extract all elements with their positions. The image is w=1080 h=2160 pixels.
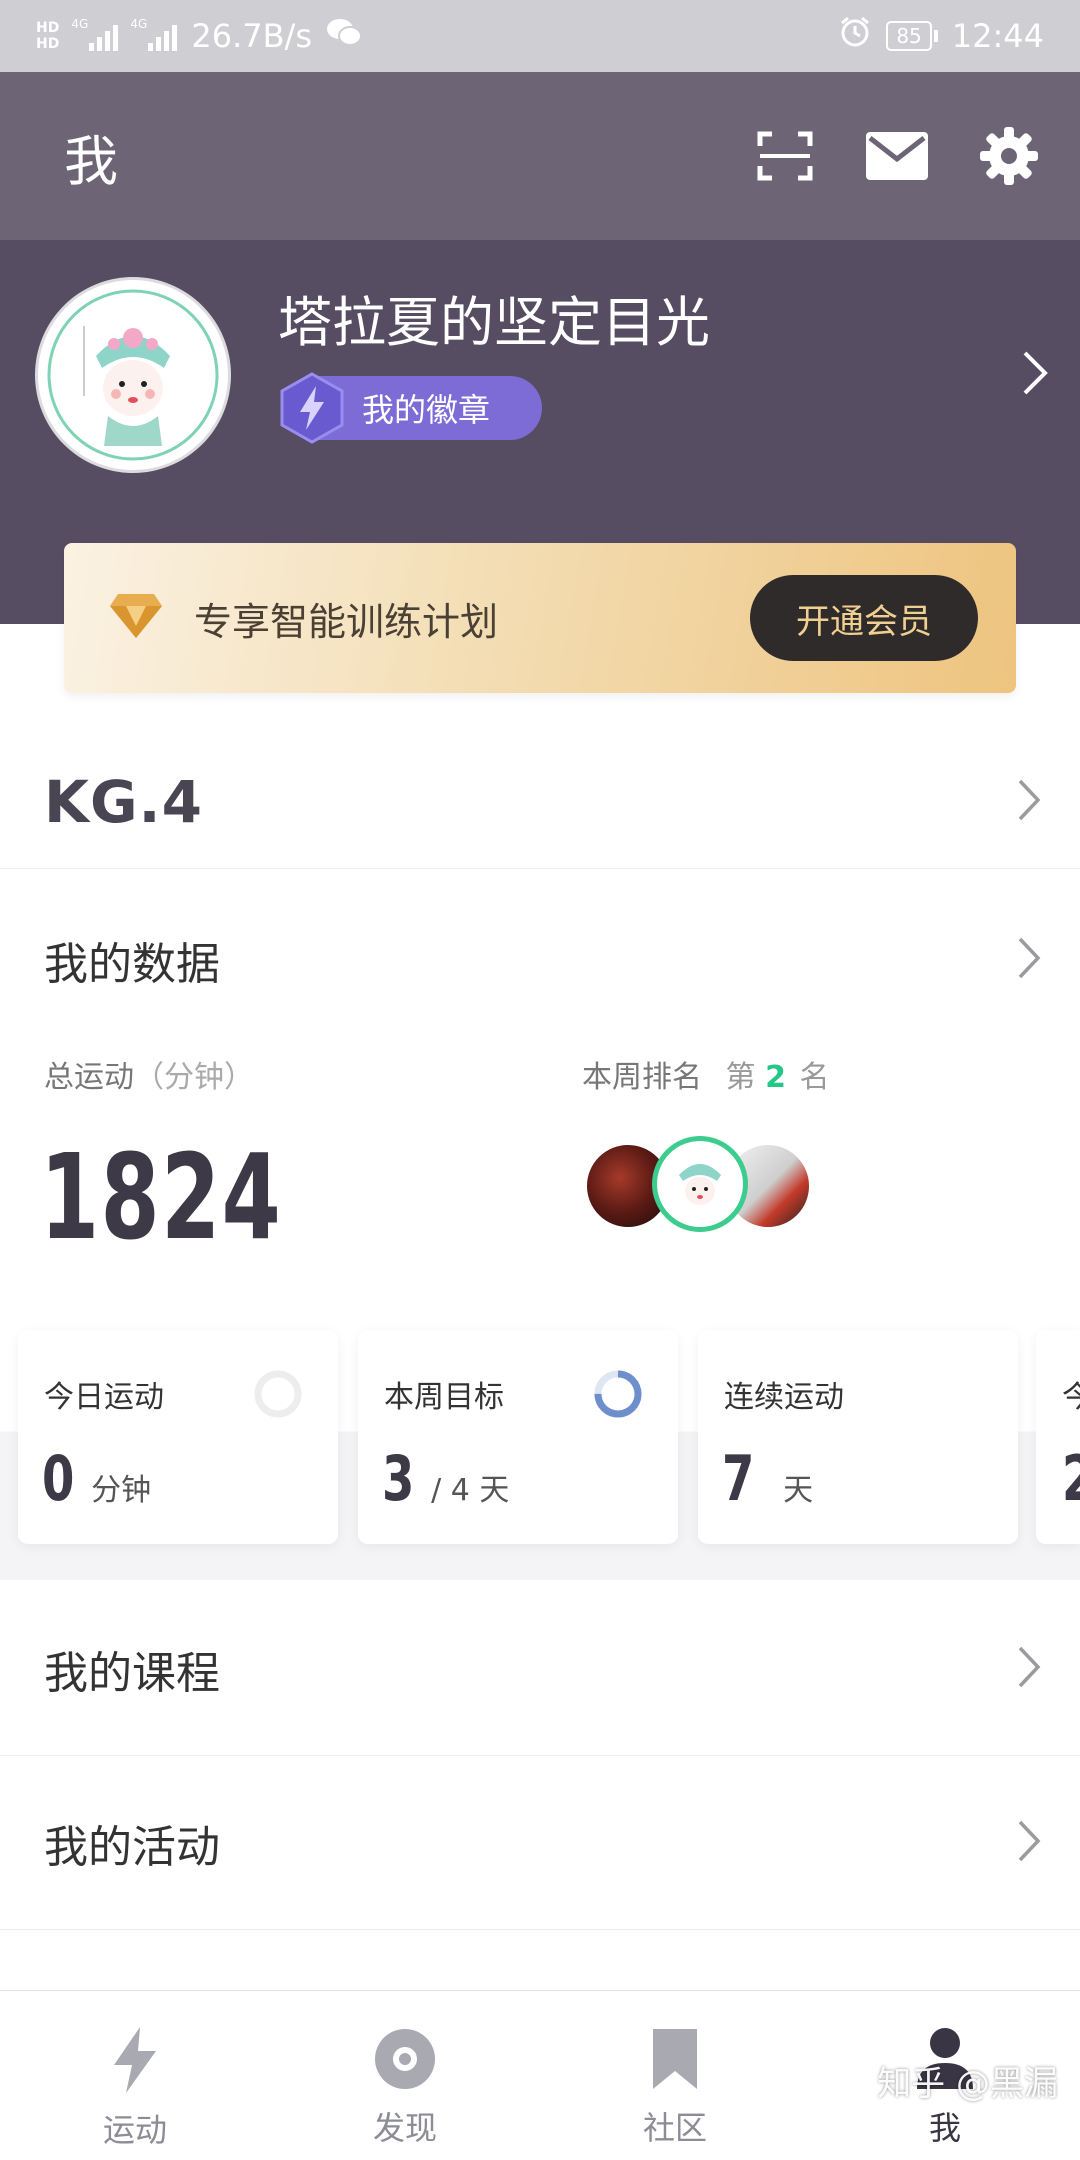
alarm-icon <box>838 15 872 57</box>
card-number: 2 <box>1062 1442 1080 1515</box>
open-membership-button[interactable]: 开通会员 <box>750 575 978 661</box>
hd-bottom: HD <box>36 36 60 52</box>
wechat-icon <box>326 17 362 55</box>
card-title: 今 <box>1062 1380 1080 1415</box>
card-value: 7 天 <box>722 1442 813 1515</box>
nav-item-exercise[interactable]: 运动 <box>0 1991 270 2160</box>
card-number: 3 <box>382 1442 415 1515</box>
nav-label: 我 <box>928 2109 961 2147</box>
lightning-badge-icon <box>276 372 348 452</box>
total-exercise-value: 1824 <box>40 1128 283 1266</box>
mail-icon[interactable] <box>866 132 928 180</box>
card-value: 0 分钟 <box>42 1442 151 1515</box>
status-left: HD HD 4G 4G 26.7B/s <box>36 17 362 55</box>
signal-icon-2: 4G <box>130 17 178 51</box>
card-number: 0 <box>42 1442 75 1515</box>
total-label-unit: （分钟） <box>134 1060 254 1095</box>
discover-icon <box>373 2027 437 2095</box>
username[interactable]: 塔拉夏的坚定目光 <box>278 278 710 357</box>
total-exercise-label: 总运动（分钟） <box>44 1052 254 1096</box>
stat-card-today[interactable]: 今日运动 0 分钟 <box>18 1330 338 1544</box>
weekly-rank-label[interactable]: 本周排名 第 2 名 <box>582 1052 830 1096</box>
stat-card-streak[interactable]: 连续运动 7 天 <box>698 1330 1018 1544</box>
chevron-right-icon[interactable] <box>1020 348 1050 402</box>
hd-indicator: HD HD <box>36 20 59 52</box>
network-label: 4G <box>71 17 89 31</box>
nav-label: 运动 <box>102 2111 167 2149</box>
card-unit: 天 <box>783 1473 814 1508</box>
network-label-2: 4G <box>130 17 148 31</box>
card-title: 连续运动 <box>724 1380 844 1415</box>
vip-text: 专享智能训练计划 <box>194 599 499 644</box>
watermark: 知乎 @黑漏 <box>877 2064 1058 2104</box>
card-unit: / 4 天 <box>431 1473 510 1508</box>
stat-card-week-goal[interactable]: 本周目标 3 / 4 天 <box>358 1330 678 1544</box>
clock: 12:44 <box>951 17 1044 55</box>
rank-suffix: 名 <box>799 1060 830 1095</box>
avatar[interactable] <box>38 280 228 470</box>
diamond-icon <box>108 592 164 644</box>
card-title: 今日运动 <box>44 1380 164 1415</box>
level-row[interactable]: KG.4 <box>0 735 1080 869</box>
rank-label-text: 本周排名 <box>582 1060 702 1095</box>
card-unit: 分钟 <box>91 1473 152 1508</box>
card-value: 2 <box>1062 1442 1080 1515</box>
nav-item-discover[interactable]: 发现 <box>270 1991 540 2160</box>
my-badge-button[interactable]: 我的徽章 <box>280 372 542 444</box>
network-speed: 26.7B/s <box>191 17 312 55</box>
rank-avatars[interactable] <box>584 1136 824 1232</box>
bookmark-icon <box>651 2027 699 2095</box>
rank-number: 2 <box>765 1060 786 1095</box>
settings-icon[interactable] <box>980 127 1038 185</box>
card-number: 7 <box>722 1442 755 1515</box>
battery-level: 85 <box>886 21 932 51</box>
card-title: 本周目标 <box>384 1380 504 1415</box>
signal-icon: 4G <box>71 17 119 51</box>
chevron-right-icon <box>1016 935 1042 985</box>
chevron-right-icon <box>1016 1644 1042 1694</box>
battery-icon: 85 <box>886 21 938 51</box>
hd-top: HD <box>36 20 60 36</box>
rank-prefix: 第 <box>725 1060 756 1095</box>
page-title: 我 <box>64 129 118 193</box>
chevron-right-icon <box>1016 777 1042 827</box>
status-bar: HD HD 4G 4G 26.7B/s 85 12:44 <box>0 0 1080 72</box>
my-courses-row[interactable]: 我的课程 <box>0 1582 1080 1756</box>
card-value: 3 / 4 天 <box>382 1442 509 1515</box>
lightning-icon <box>110 2027 160 2097</box>
vip-banner[interactable]: 专享智能训练计划 开通会员 <box>64 543 1016 693</box>
my-activities-row[interactable]: 我的活动 <box>0 1757 1080 1930</box>
progress-ring-icon <box>592 1368 644 1424</box>
my-courses-label: 我的课程 <box>44 1647 220 1699</box>
nav-label: 发现 <box>372 2109 437 2147</box>
my-data-title: 我的数据 <box>44 939 220 990</box>
app-header: 我 <box>0 72 1080 240</box>
header-actions <box>756 127 1038 185</box>
scan-icon[interactable] <box>756 130 814 182</box>
my-data-row[interactable]: 我的数据 <box>0 900 1080 1020</box>
nav-label: 社区 <box>642 2109 707 2147</box>
rank-avatar-2[interactable] <box>652 1136 748 1232</box>
my-activities-label: 我的活动 <box>44 1822 220 1873</box>
total-label-text: 总运动 <box>44 1060 134 1095</box>
stat-card-partial[interactable]: 今 2 <box>1036 1330 1080 1544</box>
nav-item-community[interactable]: 社区 <box>540 1991 810 2160</box>
chevron-right-icon <box>1016 1818 1042 1868</box>
status-right: 85 12:44 <box>838 15 1044 57</box>
progress-ring-icon <box>252 1368 304 1424</box>
level-label: KG.4 <box>44 767 203 836</box>
badge-label: 我的徽章 <box>362 391 491 429</box>
